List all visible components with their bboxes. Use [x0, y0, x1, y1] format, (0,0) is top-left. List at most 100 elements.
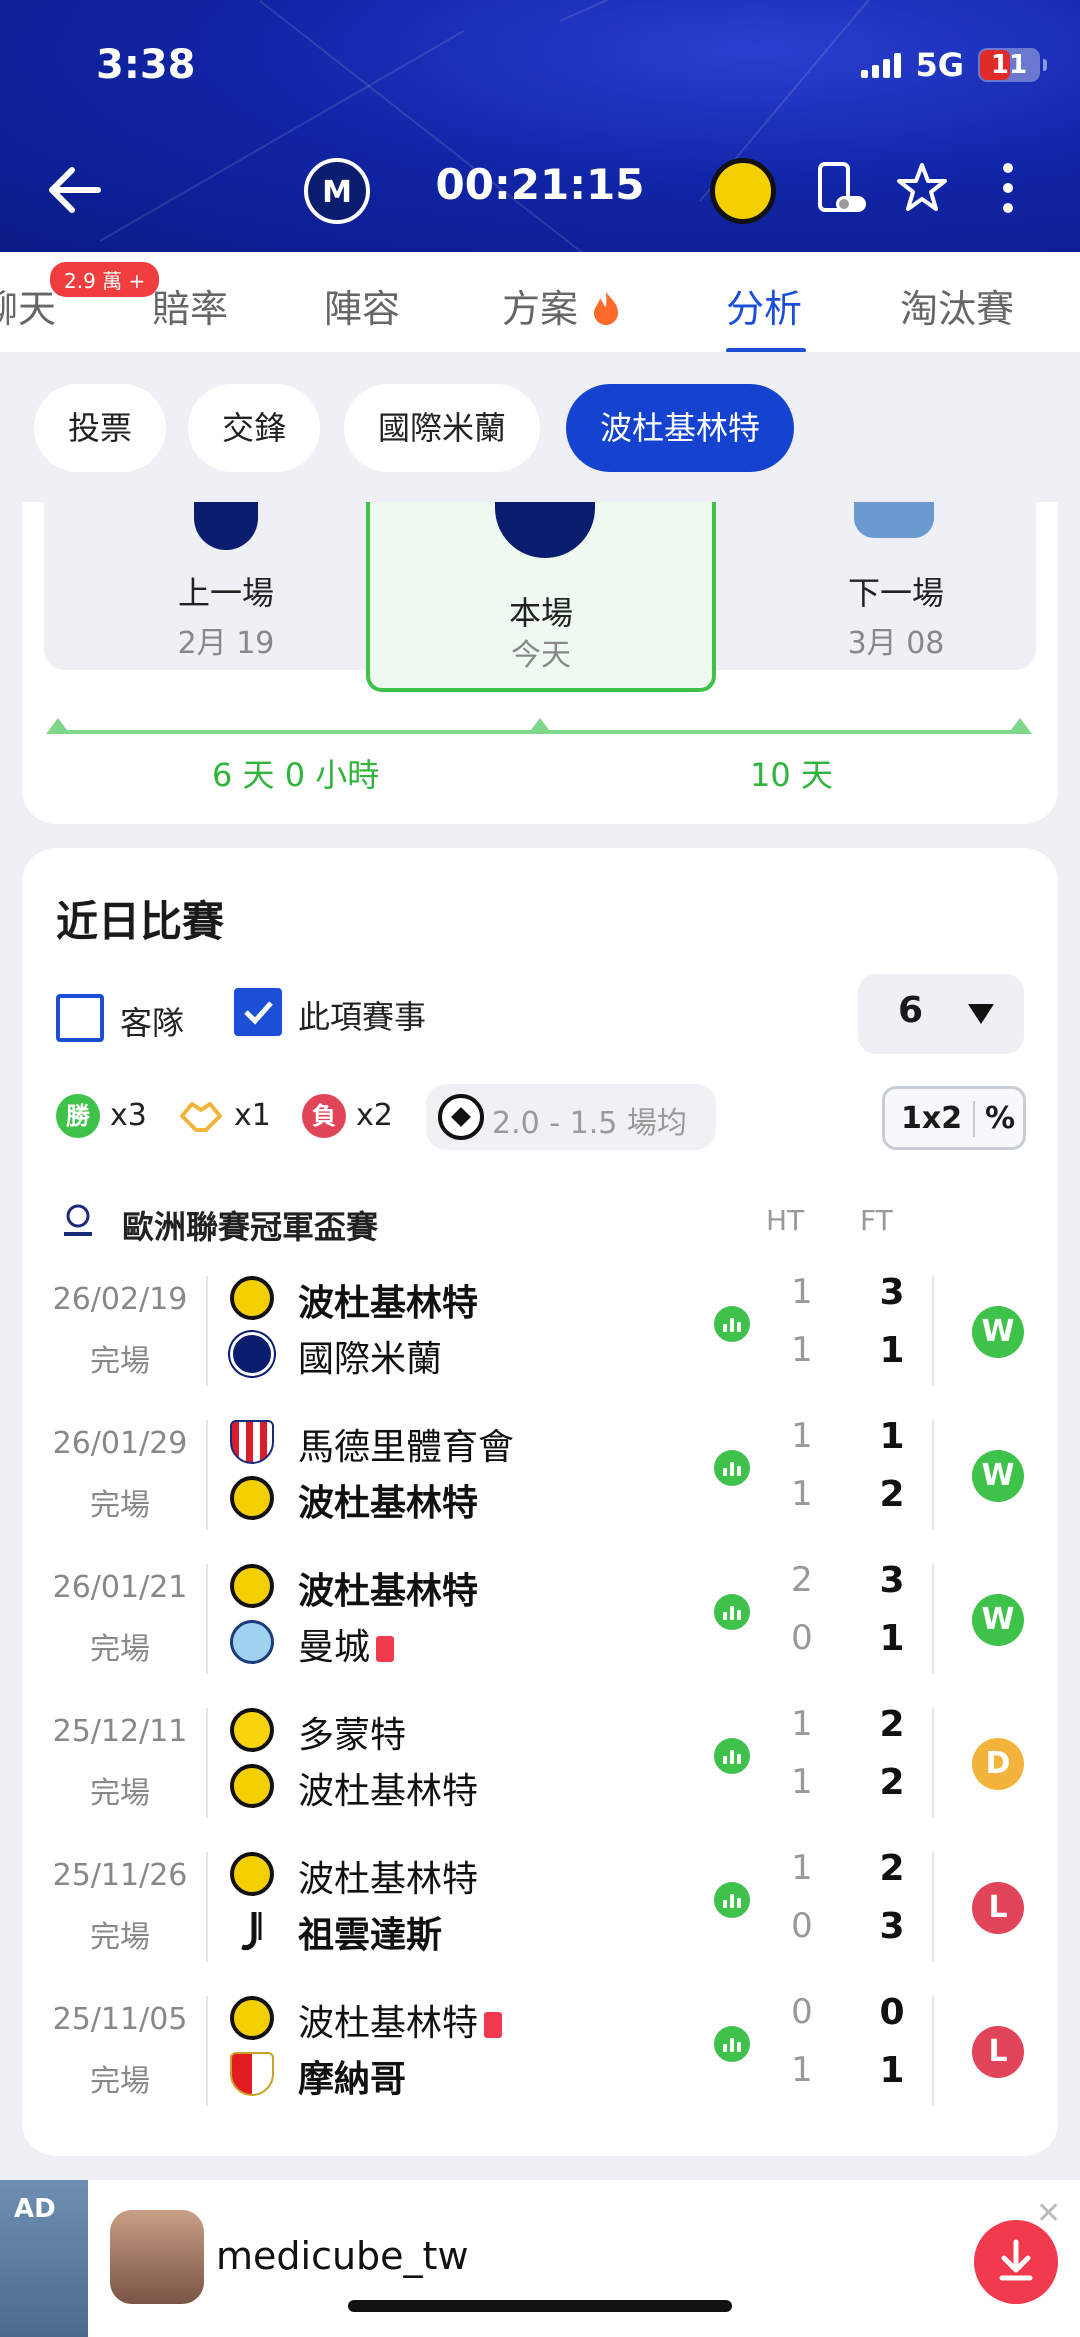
- network-type: 5G: [915, 46, 964, 84]
- phone-toggle-icon[interactable]: [812, 160, 868, 216]
- inter-logo: [230, 1332, 274, 1376]
- tab-knockout[interactable]: 淘汰賽: [900, 278, 1014, 333]
- bodo-glimt-logo: [230, 1476, 274, 1520]
- current-team-logo: [495, 502, 595, 558]
- ht-home: 0: [791, 1992, 813, 2032]
- ft-home: 3: [879, 1272, 905, 1313]
- away-team: 祖雲達斯: [298, 1915, 443, 1956]
- match-row[interactable]: 25/12/11 完場 多蒙特 波杜基林特 1 1 2 2 D: [22, 1694, 1058, 1838]
- away-team-name: 曼城: [298, 1627, 371, 1668]
- football-icon: [438, 1094, 484, 1140]
- tab-odds[interactable]: 賠率: [152, 278, 228, 333]
- status-icons: 5G 11: [861, 46, 1047, 84]
- more-icon[interactable]: [980, 160, 1036, 216]
- league-header: 歐洲聯賽冠軍盃賽 HT FT: [22, 1196, 1058, 1256]
- sub-tabs: 投票 交鋒 國際米蘭 波杜基林特: [0, 352, 1080, 502]
- gap-after-label: 10 天: [750, 756, 833, 794]
- battery-icon: 11: [978, 48, 1047, 82]
- match-status: 完場: [90, 1344, 150, 1379]
- ht-home: 1: [791, 1416, 813, 1456]
- timeline-marker: [528, 718, 552, 734]
- result-badge: W: [972, 1594, 1024, 1646]
- next-fixture-date: 3月 08: [847, 626, 945, 661]
- match-row[interactable]: 26/01/29 完場 馬德里體育會 波杜基林特 1 1 1 2 W: [22, 1406, 1058, 1550]
- tab-tips[interactable]: 方案: [502, 278, 622, 333]
- ft-home: 0: [879, 1992, 905, 2033]
- ft-home: 3: [879, 1560, 905, 1601]
- ad-thumbnail[interactable]: AD: [0, 2180, 88, 2337]
- fire-icon: [594, 292, 619, 325]
- goal-average-text: 2.0 - 1.5 場均: [492, 1106, 687, 1141]
- away-team: 國際米蘭: [298, 1339, 443, 1380]
- match-row[interactable]: 26/01/21 完場 波杜基林特 曼城 2 0 3 1 W: [22, 1550, 1058, 1694]
- match-count-select[interactable]: 6: [858, 974, 1024, 1054]
- battery-level: 11: [990, 50, 1028, 80]
- stats-chart-icon[interactable]: [714, 1882, 750, 1918]
- result-badge: L: [972, 2026, 1024, 2078]
- close-icon[interactable]: ✕: [1036, 2196, 1061, 2231]
- match-clock: 00:21:15: [435, 160, 645, 209]
- bodo-glimt-logo: [230, 1852, 274, 1896]
- match-status: 完場: [90, 1632, 150, 1667]
- tab-analysis[interactable]: 分析: [726, 278, 802, 333]
- match-row[interactable]: 25/11/26 完場 波杜基林特 祖雲達斯 1 0 2 3 L: [22, 1838, 1058, 1982]
- match-date: 25/11/05: [52, 2002, 188, 2037]
- subtab-vote[interactable]: 投票: [34, 384, 167, 472]
- download-icon[interactable]: [974, 2220, 1058, 2304]
- tab-lineup[interactable]: 陣容: [324, 278, 400, 333]
- main-tabs: 聊天 2.9 萬 + 賠率 陣容 方案 分析 淘汰賽: [0, 252, 1080, 353]
- next-fixture[interactable]: 下一場 3月 08: [796, 568, 996, 662]
- next-team-logo: [854, 502, 934, 538]
- ht-home: 1: [791, 1848, 813, 1888]
- dropdown-arrow-icon: [968, 1004, 994, 1024]
- stats-chart-icon[interactable]: [714, 1306, 750, 1342]
- competition-checkbox[interactable]: [234, 988, 282, 1036]
- ad-advertiser-name: medicube_tw: [216, 2234, 469, 2278]
- home-indicator[interactable]: [348, 2300, 732, 2312]
- match-date: 26/01/29: [52, 1426, 188, 1461]
- stats-chart-icon[interactable]: [714, 1738, 750, 1774]
- subtab-inter[interactable]: 國際米蘭: [344, 384, 541, 472]
- back-arrow-icon[interactable]: [42, 160, 102, 220]
- league-name: 歐洲聯賽冠軍盃賽: [122, 1208, 379, 1246]
- subtab-h2h[interactable]: 交鋒: [188, 384, 321, 472]
- stats-chart-icon[interactable]: [714, 2026, 750, 2062]
- away-checkbox-label: 客隊: [120, 1004, 185, 1042]
- subtab-bodo[interactable]: 波杜基林特: [566, 384, 795, 472]
- toggle-percent[interactable]: %: [985, 1101, 1015, 1136]
- draw-handshake-icon: [180, 1102, 222, 1132]
- goal-average: 2.0 - 1.5 場均: [426, 1084, 716, 1150]
- ft-home: 1: [879, 1416, 905, 1457]
- match-row[interactable]: 26/02/19 完場 波杜基林特 國際米蘭 1 1 3 1 W: [22, 1262, 1058, 1406]
- loss-icon: 負: [302, 1094, 346, 1138]
- win-count: x3: [110, 1098, 147, 1133]
- ht-home: 2: [791, 1560, 813, 1600]
- prev-fixture[interactable]: 上一場 2月 19: [126, 568, 326, 662]
- draw-count: x1: [234, 1098, 271, 1133]
- result-badge: W: [972, 1450, 1024, 1502]
- tab-chat[interactable]: 聊天: [0, 278, 56, 333]
- view-toggle[interactable]: 1x2 %: [882, 1086, 1026, 1150]
- loss-count: x2: [356, 1098, 393, 1133]
- status-time: 3:38: [96, 42, 196, 88]
- ft-home: 2: [879, 1848, 905, 1889]
- match-row[interactable]: 25/11/05 完場 波杜基林特 摩納哥 0 1 0 1 L: [22, 1982, 1058, 2126]
- toggle-1x2[interactable]: 1x2: [901, 1101, 962, 1136]
- ht-home: 1: [791, 1272, 813, 1312]
- stats-chart-icon[interactable]: [714, 1594, 750, 1630]
- stats-chart-icon[interactable]: [714, 1450, 750, 1486]
- away-checkbox[interactable]: [56, 994, 104, 1042]
- ft-away: 1: [879, 1330, 905, 1371]
- ad-banner[interactable]: AD medicube_tw ✕: [0, 2180, 1080, 2337]
- competition-checkbox-label: 此項賽事: [298, 998, 427, 1036]
- ht-away: 1: [791, 1330, 813, 1370]
- bodo-glimt-logo: [230, 1764, 274, 1808]
- current-fixture[interactable]: 本場 今天: [366, 502, 716, 692]
- monaco-logo: [230, 2052, 274, 2096]
- away-team: 曼城: [298, 1618, 395, 1670]
- ht-away: 0: [791, 1906, 813, 1946]
- man-city-logo: [230, 1620, 274, 1664]
- result-badge: W: [972, 1306, 1024, 1358]
- bodo-glimt-logo: [230, 1276, 274, 1320]
- star-icon[interactable]: [894, 160, 950, 216]
